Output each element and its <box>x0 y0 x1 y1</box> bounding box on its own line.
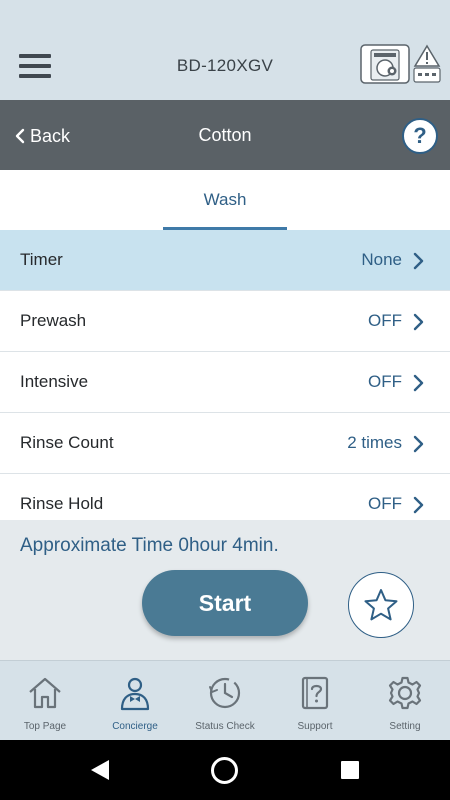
app-header: BD-120XGV <box>0 0 450 100</box>
nav-item-label: Status Check <box>195 721 255 732</box>
setting-label: Prewash <box>20 311 87 330</box>
setting-label: Timer <box>20 250 63 269</box>
setting-value: OFF <box>368 311 402 330</box>
action-panel: Approximate Time 0hour 4min. Start <box>0 520 450 660</box>
washer-warning-icon[interactable] <box>360 44 442 88</box>
nav-item-support[interactable]: Support <box>270 661 360 741</box>
nav-item-concierge[interactable]: Concierge <box>90 661 180 741</box>
nav-item-top-page[interactable]: Top Page <box>0 661 90 741</box>
setting-label: Intensive <box>20 372 89 391</box>
setting-row-timer[interactable]: Timer None <box>0 230 450 291</box>
nav-item-label: Concierge <box>112 721 158 732</box>
settings-list: Timer None Prewash OFF Intensive OFF Rin… <box>0 230 450 520</box>
concierge-icon <box>120 677 150 711</box>
nav-item-label: Setting <box>389 721 421 732</box>
setting-label: Rinse Count <box>20 433 114 452</box>
chevron-right-icon <box>413 313 424 331</box>
setting-row-prewash[interactable]: Prewash OFF <box>0 291 450 352</box>
chevron-right-icon <box>413 252 424 270</box>
chevron-right-icon <box>413 435 424 453</box>
setting-value: None <box>361 250 402 269</box>
nav-item-setting[interactable]: Setting <box>360 661 450 741</box>
tab-wash[interactable]: Wash <box>163 170 287 230</box>
back-button[interactable]: Back <box>14 124 70 148</box>
setting-row-rinse-hold[interactable]: Rinse Hold OFF <box>0 474 450 520</box>
nav-item-label: Top Page <box>23 721 67 732</box>
setting-value: 2 times <box>347 433 402 452</box>
back-label: Back <box>30 125 71 146</box>
system-back-icon[interactable] <box>89 758 111 782</box>
favorite-button[interactable] <box>348 572 414 638</box>
chevron-left-icon <box>15 128 25 144</box>
support-book-icon <box>301 676 329 710</box>
clock-icon <box>209 677 241 709</box>
approximate-time: Approximate Time 0hour 4min. <box>20 535 279 556</box>
help-button[interactable]: ? <box>402 118 438 154</box>
system-home-icon[interactable] <box>211 757 238 784</box>
gear-icon <box>388 676 422 710</box>
tab-bar: Wash <box>0 170 450 230</box>
bottom-navigation: Top Page Concierge Status Check Support <box>0 660 450 740</box>
chevron-right-icon <box>413 496 424 514</box>
chevron-right-icon <box>413 374 424 392</box>
system-navigation-bar <box>0 740 450 800</box>
setting-value: OFF <box>368 372 402 391</box>
start-button[interactable]: Start <box>142 570 308 636</box>
setting-value: OFF <box>368 494 402 513</box>
nav-item-status-check[interactable]: Status Check <box>180 661 270 741</box>
house-icon <box>29 677 61 709</box>
nav-bar: Back Cotton <box>0 100 450 170</box>
star-icon <box>364 589 398 621</box>
system-recents-icon[interactable] <box>341 761 359 779</box>
nav-item-label: Support <box>297 721 333 732</box>
setting-row-rinse-count[interactable]: Rinse Count 2 times <box>0 413 450 474</box>
setting-row-intensive[interactable]: Intensive OFF <box>0 352 450 413</box>
setting-label: Rinse Hold <box>20 494 104 513</box>
